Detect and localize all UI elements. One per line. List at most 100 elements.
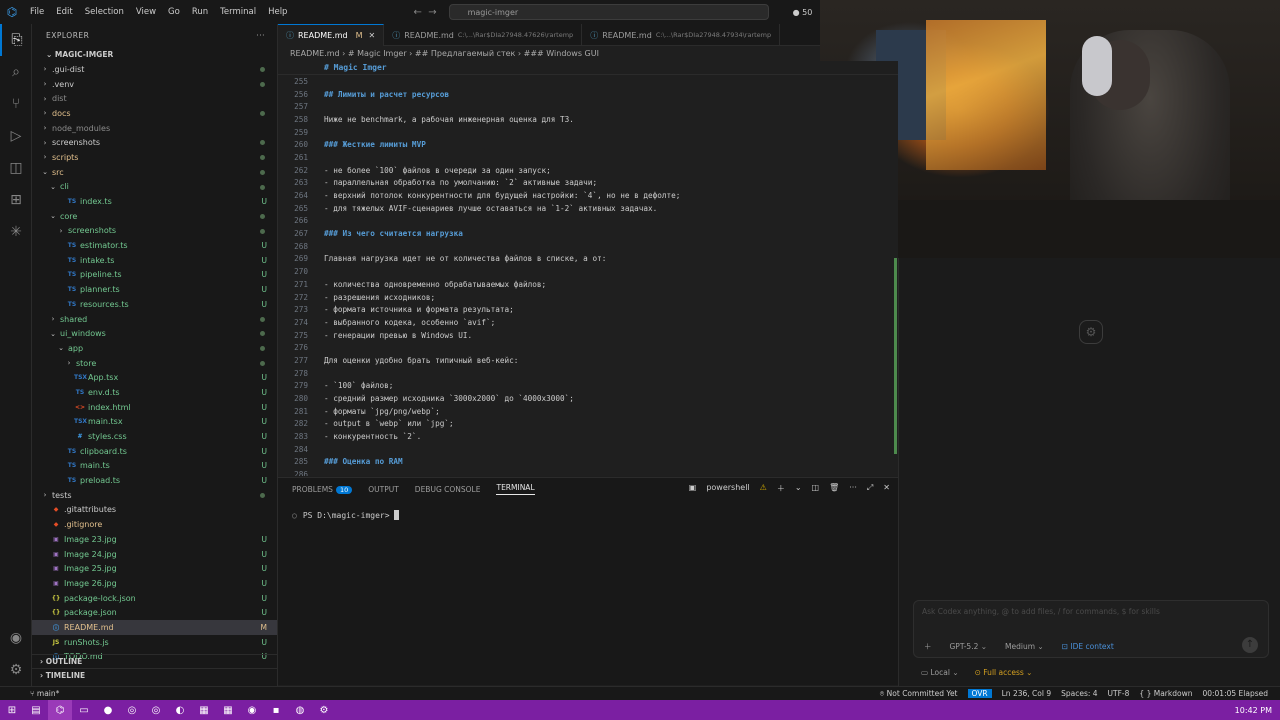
ide-context-toggle[interactable]: ⊡ IDE context bbox=[1062, 642, 1114, 651]
tree-file[interactable]: ▣ Image 25.jpg U bbox=[32, 561, 277, 576]
code-editor[interactable]: # Magic Imger 255 256 ## Лимиты и расчет р… bbox=[278, 61, 898, 476]
editor-tab[interactable]: ⓘ README.md C:\...\Rar$DIa27948.47626\rart… bbox=[384, 24, 583, 46]
chevron-down-icon[interactable]: ⌄ bbox=[795, 483, 802, 494]
tree-file[interactable]: TS planner.ts U bbox=[32, 282, 277, 297]
indentation[interactable]: Spaces: 4 bbox=[1061, 689, 1097, 698]
tree-folder[interactable]: › tests bbox=[32, 488, 277, 503]
tab-debug-console[interactable]: DEBUG CONSOLE bbox=[415, 485, 481, 494]
file-explorer-icon[interactable]: ▤ bbox=[24, 700, 48, 720]
extensions-icon[interactable]: ⊞ bbox=[0, 184, 32, 216]
effort-select[interactable]: Medium ⌄ bbox=[1005, 642, 1044, 651]
tree-folder[interactable]: › node_modules bbox=[32, 121, 277, 136]
app-orange-icon[interactable]: ▪ bbox=[264, 700, 288, 720]
split-terminal-icon[interactable]: ◫ bbox=[812, 483, 820, 494]
tree-file[interactable]: ▣ Image 26.jpg U bbox=[32, 576, 277, 591]
tab-output[interactable]: OUTPUT bbox=[368, 485, 399, 494]
tree-file[interactable]: ▣ Image 24.jpg U bbox=[32, 547, 277, 562]
files-icon[interactable]: ⎘ bbox=[0, 24, 32, 56]
close-icon[interactable]: ✕ bbox=[369, 31, 376, 40]
menu-item-run[interactable]: Run bbox=[186, 7, 214, 17]
tree-file[interactable]: TS clipboard.ts U bbox=[32, 444, 277, 459]
tree-folder[interactable]: › store bbox=[32, 356, 277, 371]
search-icon[interactable]: ⌕ bbox=[0, 56, 32, 88]
folder-icon[interactable]: ▭ bbox=[72, 700, 96, 720]
access-select[interactable]: ⊙ Full access ⌄ bbox=[975, 668, 1033, 677]
settings-gear-icon[interactable]: ⚙ bbox=[0, 654, 32, 686]
tree-file[interactable]: TS pipeline.ts U bbox=[32, 268, 277, 283]
command-center-search[interactable]: magic-imger bbox=[448, 4, 769, 20]
tree-file[interactable]: TS resources.ts U bbox=[32, 297, 277, 312]
model-select[interactable]: GPT-5.2 ⌄ bbox=[950, 642, 988, 651]
menu-item-terminal[interactable]: Terminal bbox=[214, 7, 262, 17]
tab-terminal[interactable]: TERMINAL bbox=[496, 483, 535, 495]
app-github-icon[interactable]: ◍ bbox=[288, 700, 312, 720]
tree-file[interactable]: <> index.html U bbox=[32, 400, 277, 415]
tree-folder[interactable]: ⌄ src bbox=[32, 165, 277, 180]
tree-file[interactable]: TS index.ts U bbox=[32, 194, 277, 209]
source-control-icon[interactable]: ⑂ bbox=[0, 88, 32, 120]
chrome-2-icon[interactable]: ◎ bbox=[144, 700, 168, 720]
menu-item-go[interactable]: Go bbox=[162, 7, 186, 17]
app-cyan-icon[interactable]: ◐ bbox=[168, 700, 192, 720]
tree-folder[interactable]: ⌄ cli bbox=[32, 180, 277, 195]
workspace-root[interactable]: ⌄ MAGIC-IMGER bbox=[32, 46, 277, 62]
maximize-panel-icon[interactable]: ⤢ bbox=[867, 483, 873, 494]
trash-icon[interactable]: 🗑 bbox=[829, 483, 839, 494]
tree-file[interactable]: TS preload.ts U bbox=[32, 473, 277, 488]
tree-file[interactable]: {} package-lock.json U bbox=[32, 591, 277, 606]
tree-file[interactable]: TSX main.tsx U bbox=[32, 415, 277, 430]
menu-item-help[interactable]: Help bbox=[262, 7, 293, 17]
tree-file[interactable]: TS main.ts U bbox=[32, 459, 277, 474]
tree-folder[interactable]: › docs bbox=[32, 106, 277, 121]
app-settings-icon[interactable]: ⚙ bbox=[312, 700, 336, 720]
menu-item-view[interactable]: View bbox=[130, 7, 162, 17]
tree-folder[interactable]: › scripts bbox=[32, 150, 277, 165]
outline-section[interactable]: › OUTLINE bbox=[32, 654, 277, 668]
new-terminal-icon[interactable]: ＋ bbox=[777, 483, 785, 494]
tree-file[interactable]: # styles.css U bbox=[32, 429, 277, 444]
git-blame-status[interactable]: ⌾ Not Committed Yet bbox=[880, 689, 958, 699]
editor-tab[interactable]: ⓘ README.md M ✕ bbox=[278, 24, 385, 46]
account-icon[interactable]: ◉ bbox=[0, 622, 32, 654]
copilot-icon[interactable]: ✳ bbox=[0, 216, 32, 248]
windows-start-icon[interactable]: ⊞ bbox=[0, 700, 24, 720]
close-panel-icon[interactable]: ✕ bbox=[883, 483, 890, 494]
add-attachment-icon[interactable]: ＋ bbox=[924, 641, 932, 652]
tree-file[interactable]: TS estimator.ts U bbox=[32, 238, 277, 253]
encoding[interactable]: UTF-8 bbox=[1108, 689, 1130, 698]
tree-file[interactable]: TS env.d.ts U bbox=[32, 385, 277, 400]
app-red-icon[interactable]: ▦ bbox=[192, 700, 216, 720]
send-button[interactable]: ↑ bbox=[1242, 637, 1258, 653]
tree-folder[interactable]: › screenshots bbox=[32, 224, 277, 239]
tree-folder[interactable]: › screenshots bbox=[32, 135, 277, 150]
chat-input[interactable]: Ask Codex anything, @ to add files, / fo… bbox=[913, 600, 1269, 658]
app-obs-icon[interactable]: ◉ bbox=[240, 700, 264, 720]
tree-folder[interactable]: ⌄ core bbox=[32, 209, 277, 224]
chrome-1-icon[interactable]: ◎ bbox=[120, 700, 144, 720]
branch-indicator[interactable]: ⑂ main* bbox=[0, 689, 59, 698]
cursor-position[interactable]: Ln 236, Col 9 bbox=[1002, 689, 1051, 698]
vscode-icon[interactable]: ⌬ bbox=[48, 700, 72, 720]
breadcrumb[interactable]: README.md › # Magic Imger › ## Предлагае… bbox=[278, 46, 820, 61]
menu-item-file[interactable]: File bbox=[24, 7, 50, 17]
app-green-icon[interactable]: ▦ bbox=[216, 700, 240, 720]
tree-folder[interactable]: › dist bbox=[32, 91, 277, 106]
shell-label[interactable]: powershell bbox=[706, 483, 749, 494]
tree-file[interactable]: JS runShots.js U bbox=[32, 635, 277, 650]
tree-file[interactable]: TS intake.ts U bbox=[32, 253, 277, 268]
editor-tab[interactable]: ⓘ README.md C:\...\Rar$DIa27948.47934\rart… bbox=[582, 24, 781, 46]
overtype-indicator[interactable]: OVR bbox=[967, 689, 992, 698]
remote-icon[interactable]: ◫ bbox=[0, 152, 32, 184]
tree-folder[interactable]: › .gui-dist bbox=[32, 62, 277, 77]
nav-arrows[interactable]: ← → bbox=[413, 7, 436, 18]
tree-file[interactable]: ◆ .gitattributes bbox=[32, 503, 277, 518]
more-actions-icon[interactable]: ··· bbox=[256, 31, 265, 40]
tree-folder[interactable]: › shared bbox=[32, 312, 277, 327]
menu-item-edit[interactable]: Edit bbox=[50, 7, 78, 17]
more-icon[interactable]: ··· bbox=[849, 483, 857, 494]
tree-file[interactable]: ⓘ README.md M bbox=[32, 620, 277, 635]
app-blue-icon[interactable]: ● bbox=[96, 700, 120, 720]
run-debug-icon[interactable]: ▷ bbox=[0, 120, 32, 152]
tree-file[interactable]: ◆ .gitignore bbox=[32, 517, 277, 532]
timeline-section[interactable]: › TIMELINE bbox=[32, 668, 277, 682]
